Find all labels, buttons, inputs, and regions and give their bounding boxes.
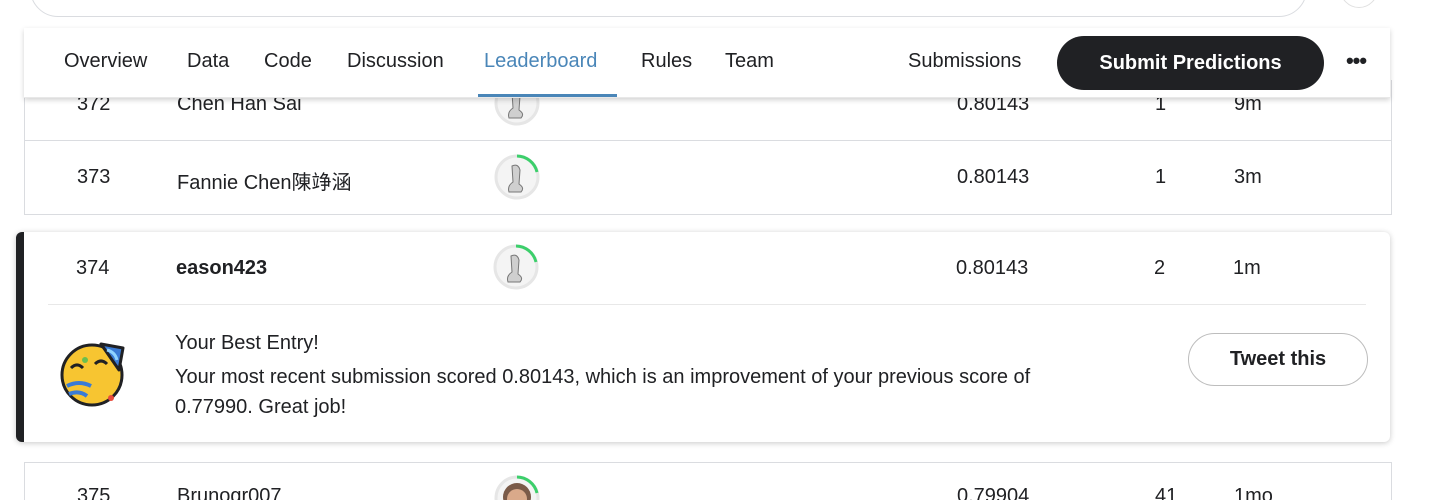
leaderboard-page: 372 Chen Han Sai 0.80143 1 9m 373 Fannie… (0, 0, 1431, 500)
last-cell: 1mo (1234, 485, 1273, 500)
team-name[interactable]: Fannie Chen陳竫涵 (177, 166, 352, 195)
competition-nav: Overview Data Code Discussion Leaderboar… (24, 28, 1390, 98)
team-name[interactable]: Brunogr007 (177, 485, 282, 500)
divider (48, 304, 1366, 305)
tab-team[interactable]: Team (725, 50, 774, 73)
tab-rules[interactable]: Rules (641, 50, 692, 73)
tab-leaderboard[interactable]: Leaderboard (484, 50, 597, 73)
team-avatar[interactable] (493, 244, 539, 290)
score-cell: 0.80143 (956, 257, 1029, 279)
person-avatar-icon (494, 475, 540, 500)
score-cell: 0.80143 (957, 166, 1030, 188)
last-cell: 3m (1234, 166, 1262, 188)
more-horizontal-icon[interactable]: ••• (1344, 48, 1368, 76)
rank-cell: 373 (77, 166, 111, 188)
leaderboard-row: 375 Brunogr007 0.79904 41 1mo (24, 462, 1392, 500)
your-entry-card: 374 eason423 0.80143 2 1m Your Best Entr… (16, 232, 1390, 442)
last-cell: 1m (1233, 257, 1261, 279)
goose-avatar-icon (494, 154, 540, 200)
best-entry-title: Your Best Entry! (175, 332, 319, 354)
goose-avatar-icon (493, 244, 539, 290)
party-face-icon (60, 342, 125, 407)
tweet-button[interactable]: Tweet this (1188, 333, 1368, 386)
tab-overview[interactable]: Overview (64, 50, 147, 73)
entries-cell: 1 (1155, 166, 1167, 188)
entries-cell: 2 (1154, 257, 1166, 279)
leaderboard-row: 373 Fannie Chen陳竫涵 0.80143 1 3m (24, 140, 1392, 215)
search-bar[interactable] (30, 0, 1307, 17)
tab-data[interactable]: Data (187, 50, 229, 73)
submissions-link[interactable]: Submissions (908, 50, 1021, 73)
submit-predictions-button[interactable]: Submit Predictions (1057, 36, 1324, 90)
team-avatar[interactable] (494, 475, 540, 500)
rank-cell: 375 (77, 485, 111, 500)
rank-cell: 374 (76, 257, 110, 279)
tab-code[interactable]: Code (264, 50, 312, 73)
team-name[interactable]: eason423 (176, 257, 267, 280)
tab-discussion[interactable]: Discussion (347, 50, 444, 73)
entries-cell: 41 (1155, 485, 1178, 500)
score-cell: 0.79904 (957, 485, 1030, 500)
active-tab-indicator (478, 94, 617, 97)
team-avatar[interactable] (494, 154, 540, 200)
profile-avatar[interactable] (1340, 0, 1378, 8)
best-entry-message: Your most recent submission scored 0.801… (175, 366, 1031, 418)
